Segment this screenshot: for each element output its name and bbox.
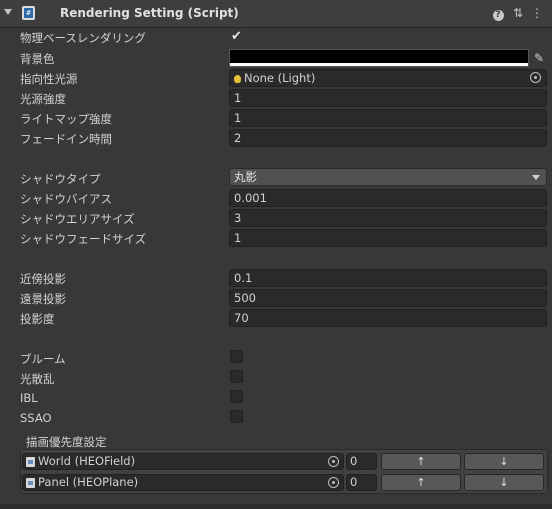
priority-object-field[interactable]: World (HEOField) — [22, 453, 344, 470]
light-bulb-icon — [234, 75, 241, 83]
script-icon: # — [22, 6, 35, 20]
directional-light-value: None (Light) — [244, 71, 316, 85]
physical-rendering-checkbox[interactable]: ✔ — [230, 30, 243, 43]
light-intensity-field[interactable]: 1 — [229, 89, 547, 107]
priority-object-field[interactable]: Panel (HEOPlane) — [22, 474, 344, 491]
move-up-button[interactable]: ↑ — [381, 453, 461, 470]
object-picker-icon[interactable] — [328, 477, 339, 488]
move-down-button[interactable]: ↓ — [464, 453, 544, 470]
dropdown-arrow-icon — [532, 175, 540, 180]
foldout-arrow-icon[interactable] — [4, 9, 12, 15]
projection-angle-label: 投影度 — [20, 312, 55, 326]
object-picker-icon[interactable] — [328, 456, 339, 467]
near-projection-label: 近傍投影 — [20, 272, 66, 286]
ssao-checkbox[interactable] — [230, 410, 243, 423]
kebab-menu-icon[interactable]: ⋮ — [530, 6, 544, 20]
move-down-button[interactable]: ↓ — [464, 474, 544, 491]
shadow-fade-size-field[interactable]: 1 — [229, 229, 547, 247]
light-scatter-checkbox[interactable] — [230, 370, 243, 383]
priority-object-value: Panel (HEOPlane) — [38, 475, 139, 489]
bloom-label: ブルーム — [20, 352, 66, 366]
near-projection-field[interactable]: 0.1 — [229, 269, 547, 287]
far-projection-field[interactable]: 500 — [229, 289, 547, 307]
prefab-doc-icon — [26, 478, 35, 488]
lightmap-intensity-field[interactable]: 1 — [229, 109, 547, 127]
object-picker-icon[interactable] — [530, 72, 541, 83]
move-up-button[interactable]: ↑ — [381, 474, 461, 491]
shadow-area-size-field[interactable]: 3 — [229, 209, 547, 227]
priority-order-field[interactable]: 0 — [346, 453, 377, 470]
shadow-type-value: 丸影 — [234, 170, 257, 184]
shadow-area-size-label: シャドウエリアサイズ — [20, 212, 135, 226]
alpha-bar — [230, 63, 528, 66]
priority-object-value: World (HEOField) — [38, 454, 136, 468]
fade-in-time-label: フェードイン時間 — [20, 132, 112, 146]
prefab-doc-icon — [26, 457, 35, 467]
help-icon[interactable]: ? — [491, 6, 505, 21]
bloom-checkbox[interactable] — [230, 350, 243, 363]
directional-light-field[interactable]: None (Light) — [229, 69, 547, 87]
background-color-label: 背景色 — [20, 52, 55, 66]
preset-sliders-icon[interactable]: ⇅ — [511, 6, 525, 20]
shadow-type-dropdown[interactable]: 丸影 — [229, 168, 547, 186]
component-header: # Rendering Setting (Script) ? ⇅ ⋮ — [0, 0, 552, 28]
shadow-type-label: シャドウタイプ — [20, 172, 101, 186]
ssao-label: SSAO — [20, 411, 52, 425]
fade-in-time-field[interactable]: 2 — [229, 129, 547, 147]
inspector-bottom-edge — [0, 504, 552, 509]
physical-rendering-label: 物理ベースレンダリング — [20, 31, 146, 45]
shadow-bias-field[interactable]: 0.001 — [229, 189, 547, 207]
lightmap-intensity-label: ライトマップ強度 — [20, 112, 112, 126]
ibl-label: IBL — [20, 391, 38, 405]
projection-angle-field[interactable]: 70 — [229, 309, 547, 327]
far-projection-label: 遠景投影 — [20, 292, 66, 306]
ibl-checkbox[interactable] — [230, 390, 243, 403]
background-color-field[interactable] — [229, 49, 529, 67]
light-scatter-label: 光散乱 — [20, 372, 55, 386]
component-title: Rendering Setting (Script) — [60, 6, 239, 20]
shadow-fade-size-label: シャドウフェードサイズ — [20, 232, 147, 246]
directional-light-label: 指向性光源 — [20, 72, 78, 86]
eyedropper-icon[interactable]: ✎ — [531, 49, 547, 67]
priority-order-field[interactable]: 0 — [346, 474, 377, 491]
shadow-bias-label: シャドウバイアス — [20, 192, 112, 206]
priority-list-label: 描画優先度設定 — [26, 435, 107, 449]
light-intensity-label: 光源強度 — [20, 92, 66, 106]
